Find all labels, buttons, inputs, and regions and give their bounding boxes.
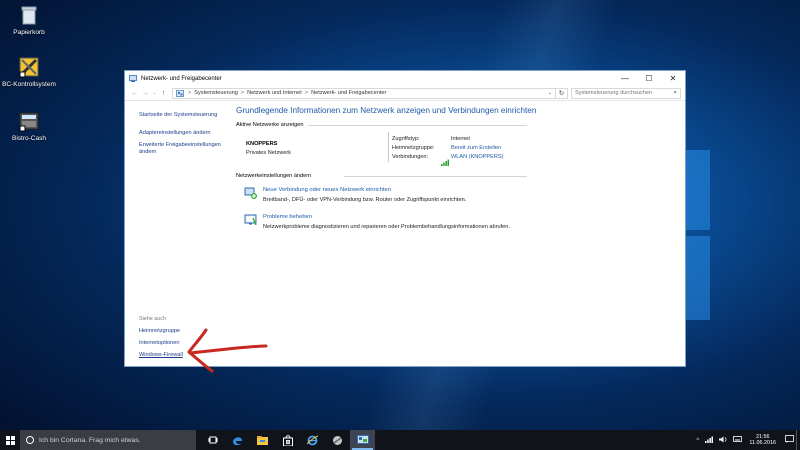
up-button[interactable]: ↑ xyxy=(158,90,169,97)
bistro-cash-icon xyxy=(18,110,40,132)
annotation-arrow xyxy=(187,328,268,373)
network-icon[interactable] xyxy=(705,436,714,445)
divider xyxy=(308,125,527,126)
internet-explorer-icon xyxy=(307,435,318,445)
task-view-button[interactable] xyxy=(200,430,225,450)
clock[interactable]: 21:56 11.06.2016 xyxy=(749,434,776,447)
search-box[interactable]: ⌕ xyxy=(571,87,681,99)
new-connection-link[interactable]: Neue Verbindung oder neues Netzwerk einr… xyxy=(263,187,391,193)
desktop-icon-bistro-cash[interactable]: Bistro-Cash xyxy=(0,110,60,142)
store-icon xyxy=(282,434,293,446)
breadcrumb-item[interactable]: Netzwerk und Internet xyxy=(247,90,302,96)
address-bar: ← → ⌄ ↑ > Systemsteuerung > Netzwerk und… xyxy=(125,86,685,101)
network-sharing-center-window: Netzwerk- und Freigabecenter — ☐ ✕ ← → ⌄… xyxy=(124,70,686,367)
clock-date: 11.06.2016 xyxy=(749,440,776,446)
minimize-button[interactable]: — xyxy=(613,71,637,86)
close-button[interactable]: ✕ xyxy=(661,71,685,86)
show-desktop-button[interactable] xyxy=(796,430,800,450)
taskbar-app-control-panel[interactable] xyxy=(350,430,375,450)
start-button[interactable] xyxy=(0,430,20,450)
desktop-icon-label: BC-Kontrollsystem xyxy=(2,81,56,88)
windows-logo-pane xyxy=(686,236,710,320)
access-type-value: Internet xyxy=(451,136,470,142)
new-connection-icon xyxy=(244,187,257,199)
troubleshoot-description: Netzwerkprobleme diagnostizieren und rep… xyxy=(263,224,510,230)
see-also-label: Siehe auch xyxy=(139,316,166,322)
taskbar-app-internet-explorer[interactable] xyxy=(300,430,325,450)
sidebar-item-control-panel-home[interactable]: Startseite der Systemsteuerung xyxy=(139,112,217,119)
breadcrumb-separator: > xyxy=(304,90,309,96)
refresh-button[interactable]: ↻ xyxy=(556,87,568,99)
sidebar-item-windows-firewall[interactable]: Windows-Firewall xyxy=(139,352,183,358)
troubleshoot-link[interactable]: Probleme beheben xyxy=(263,214,312,220)
taskbar-app-store[interactable] xyxy=(275,430,300,450)
search-input[interactable] xyxy=(575,90,674,96)
windows-logo-pane xyxy=(686,150,710,230)
address-dropdown-icon[interactable]: ⌄ xyxy=(548,90,552,96)
control-panel-icon xyxy=(356,435,369,444)
wifi-icon xyxy=(441,153,449,171)
taskbar-app-file-explorer[interactable] xyxy=(250,430,275,450)
access-type-label: Zugriffstyp: xyxy=(392,136,420,142)
desktop-icon-papierkorb[interactable]: Papierkorb xyxy=(0,4,60,36)
desktop-icon-label: Papierkorb xyxy=(13,29,45,36)
connection-link[interactable]: WLAN (KNOPPERS) xyxy=(451,154,504,160)
cortana-icon xyxy=(26,436,34,444)
network-settings-label: Netzwerkeinstellungen ändern xyxy=(236,173,312,179)
action-center-icon[interactable] xyxy=(782,435,796,445)
window-title: Netzwerk- und Freigabecenter xyxy=(141,75,222,82)
edge-icon xyxy=(233,436,242,445)
new-connection-description: Breitband-, DFÜ- oder VPN-Verbindung bzw… xyxy=(263,197,467,203)
show-hidden-icons-icon[interactable]: ^ xyxy=(696,437,699,444)
app-icon xyxy=(333,435,342,445)
taskbar-app-generic[interactable] xyxy=(325,430,350,450)
sidebar-item-adapter-settings[interactable]: Adaptereinstellungen ändern xyxy=(139,130,211,137)
windows-start-icon xyxy=(5,435,15,445)
sidebar-item-heimnetzgruppe[interactable]: Heimnetzgruppe xyxy=(139,328,180,334)
homegroup-link[interactable]: Bereit zum Erstellen xyxy=(451,145,501,151)
breadcrumb-separator: > xyxy=(188,90,192,96)
task-view-icon xyxy=(208,436,217,444)
cortana-search-box[interactable]: Ich bin Cortana. Frag mich etwas. xyxy=(20,430,196,450)
recycle-bin-icon xyxy=(18,4,40,26)
page-title: Grundlegende Informationen zum Netzwerk … xyxy=(236,106,537,115)
taskbar: Ich bin Cortana. Frag mich etwas. ^ 21:5… xyxy=(0,430,800,450)
sidebar-item-internetoptionen[interactable]: Internetoptionen xyxy=(139,340,179,346)
search-icon[interactable]: ⌕ xyxy=(673,89,677,97)
divider xyxy=(388,132,389,162)
control-panel-icon xyxy=(176,89,184,97)
breadcrumb-item[interactable]: Systemsteuerung xyxy=(194,90,238,96)
breadcrumb[interactable]: > Systemsteuerung > Netzwerk und Interne… xyxy=(172,87,556,99)
connections-label: Verbindungen: xyxy=(392,154,429,160)
keyboard-icon[interactable] xyxy=(733,436,743,444)
desktop-icon-label: Bistro-Cash xyxy=(12,135,46,142)
forward-button[interactable]: → xyxy=(140,90,151,97)
troubleshoot-icon xyxy=(244,214,257,226)
system-tray: ^ 21:56 11.06.2016 xyxy=(693,430,800,450)
desktop-icon-bc-kontrollsystem[interactable]: BC-Kontrollsystem xyxy=(0,56,60,88)
taskbar-app-edge[interactable] xyxy=(225,430,250,450)
network-center-icon xyxy=(129,75,137,82)
sidebar-item-advanced-sharing[interactable]: Erweiterte Freigabeeinstellungen ändern xyxy=(139,142,223,156)
volume-icon[interactable] xyxy=(719,436,727,445)
network-type-link[interactable]: Privates Netzwerk xyxy=(246,150,291,156)
active-networks-label: Aktive Netzwerke anzeigen xyxy=(236,122,304,128)
file-explorer-icon xyxy=(257,435,268,445)
network-name: KNOPPERS xyxy=(246,141,278,147)
divider xyxy=(344,176,527,177)
maximize-button[interactable]: ☐ xyxy=(637,71,661,86)
cortana-placeholder: Ich bin Cortana. Frag mich etwas. xyxy=(39,436,141,444)
bc-kontrollsystem-icon xyxy=(18,56,40,78)
homegroup-label: Heimnetzgruppe: xyxy=(392,145,435,151)
title-bar[interactable]: Netzwerk- und Freigabecenter — ☐ ✕ xyxy=(125,71,685,86)
back-button[interactable]: ← xyxy=(129,90,140,97)
breadcrumb-item[interactable]: Netzwerk- und Freigabecenter xyxy=(311,90,386,96)
recent-locations-button[interactable]: ⌄ xyxy=(151,90,158,96)
breadcrumb-separator: > xyxy=(240,90,245,96)
